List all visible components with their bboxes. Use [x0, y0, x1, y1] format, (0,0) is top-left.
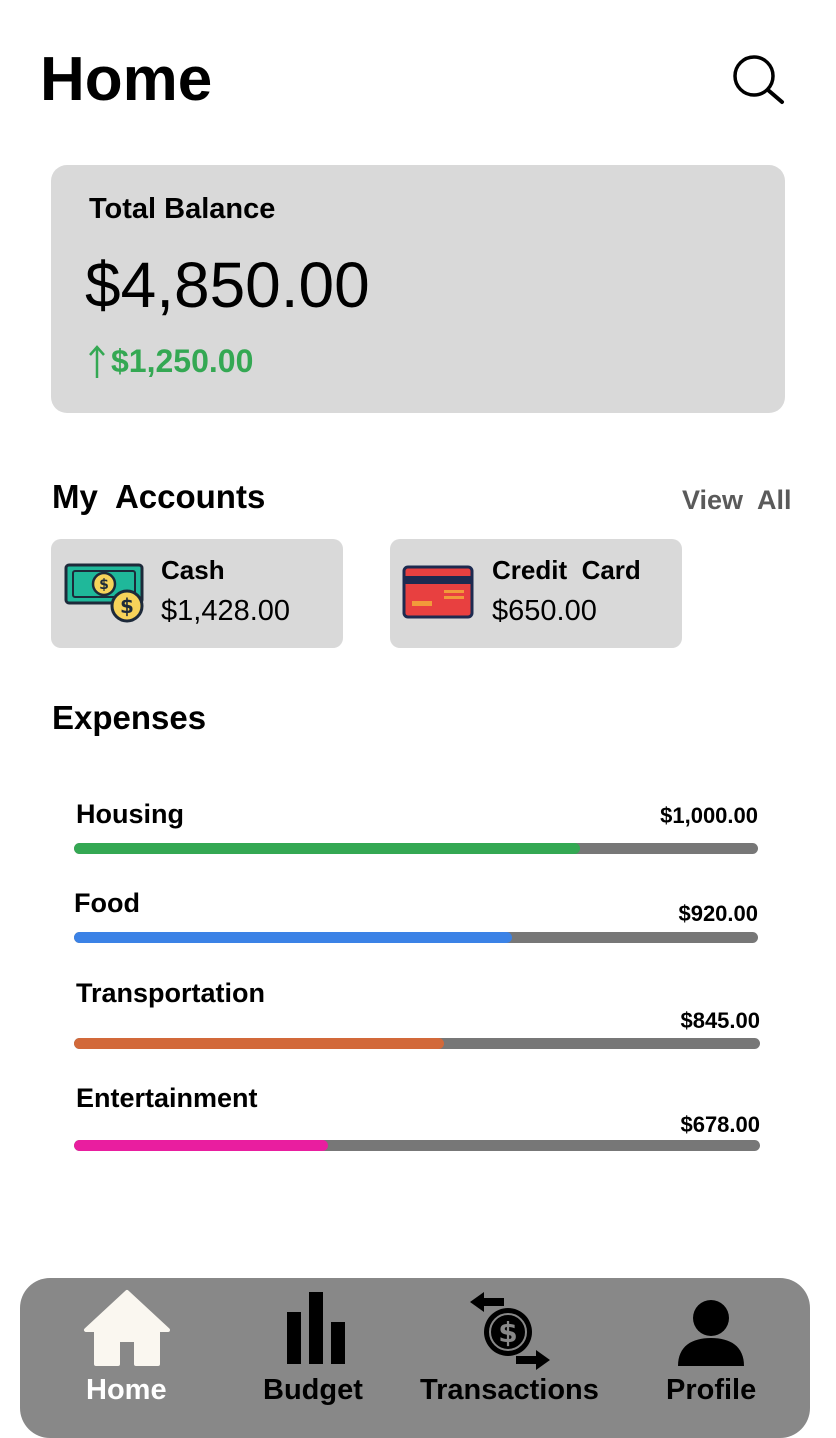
expense-item-transportation[interactable]: Transportation $845.00	[74, 975, 760, 1050]
svg-text:$: $	[498, 1316, 517, 1349]
arrow-up-icon	[89, 344, 105, 378]
expense-progress-fill	[74, 1140, 328, 1151]
bottom-nav: Home Budget $ Transactions Profile	[20, 1278, 810, 1438]
expense-item-entertainment[interactable]: Entertainment $678.00	[74, 1080, 760, 1155]
home-icon	[84, 1290, 170, 1366]
nav-item-transactions[interactable]: $ Transactions	[418, 1278, 618, 1418]
balance-amount: $4,850.00	[85, 249, 370, 321]
expense-progress-bar	[74, 843, 758, 854]
expense-label: Housing	[76, 799, 184, 829]
expense-item-food[interactable]: Food $920.00	[74, 885, 760, 947]
person-icon	[678, 1300, 744, 1366]
transactions-icon: $	[470, 1292, 550, 1370]
cash-icon: $ $	[64, 563, 144, 623]
search-icon	[733, 55, 784, 104]
balance-card: Total Balance $4,850.00 $1,250.00	[51, 165, 785, 413]
expense-item-housing[interactable]: Housing $1,000.00	[74, 795, 760, 857]
account-card-credit[interactable]: Credit Card $650.00	[390, 539, 682, 648]
balance-change-value: $1,250.00	[111, 343, 254, 379]
expense-amount: $845.00	[680, 1008, 760, 1033]
expense-progress-bar	[74, 1140, 760, 1151]
expenses-section-title: Expenses	[52, 699, 207, 736]
svg-text:$: $	[120, 594, 134, 618]
bar-chart-icon	[287, 1292, 345, 1364]
expense-progress-bar	[74, 1038, 760, 1049]
nav-label: Home	[86, 1374, 167, 1406]
expense-progress-fill	[74, 843, 581, 854]
account-amount: $650.00	[492, 595, 597, 627]
balance-change: $1,250.00	[87, 343, 253, 380]
nav-label: Profile	[666, 1374, 757, 1406]
svg-text:$: $	[99, 577, 109, 593]
nav-label: Budget	[263, 1374, 363, 1406]
nav-item-budget[interactable]: Budget	[255, 1278, 385, 1418]
page-title: Home	[40, 45, 213, 114]
balance-label: Total Balance	[89, 193, 276, 225]
account-amount: $1,428.00	[161, 595, 291, 627]
nav-item-profile[interactable]: Profile	[660, 1278, 780, 1418]
expense-amount: $920.00	[678, 901, 758, 926]
account-name: Cash	[161, 555, 225, 585]
expense-progress-bar	[74, 932, 758, 943]
expense-amount: $678.00	[680, 1112, 760, 1137]
accounts-section-title: My Accounts	[52, 478, 266, 515]
expense-progress-fill	[74, 1038, 445, 1049]
account-name: Credit Card	[492, 555, 641, 585]
view-all-link[interactable]: View All	[682, 485, 792, 516]
expense-label: Transportation	[76, 978, 266, 1008]
expense-label: Entertainment	[76, 1083, 258, 1113]
expense-label: Food	[74, 888, 140, 918]
expense-amount: $1,000.00	[660, 803, 758, 828]
search-button[interactable]	[726, 50, 790, 114]
expense-progress-fill	[74, 932, 512, 943]
nav-label: Transactions	[420, 1374, 599, 1406]
account-card-cash[interactable]: $ $ Cash $1,428.00	[51, 539, 343, 648]
credit-card-icon	[402, 565, 474, 619]
nav-item-home[interactable]: Home	[70, 1278, 190, 1418]
